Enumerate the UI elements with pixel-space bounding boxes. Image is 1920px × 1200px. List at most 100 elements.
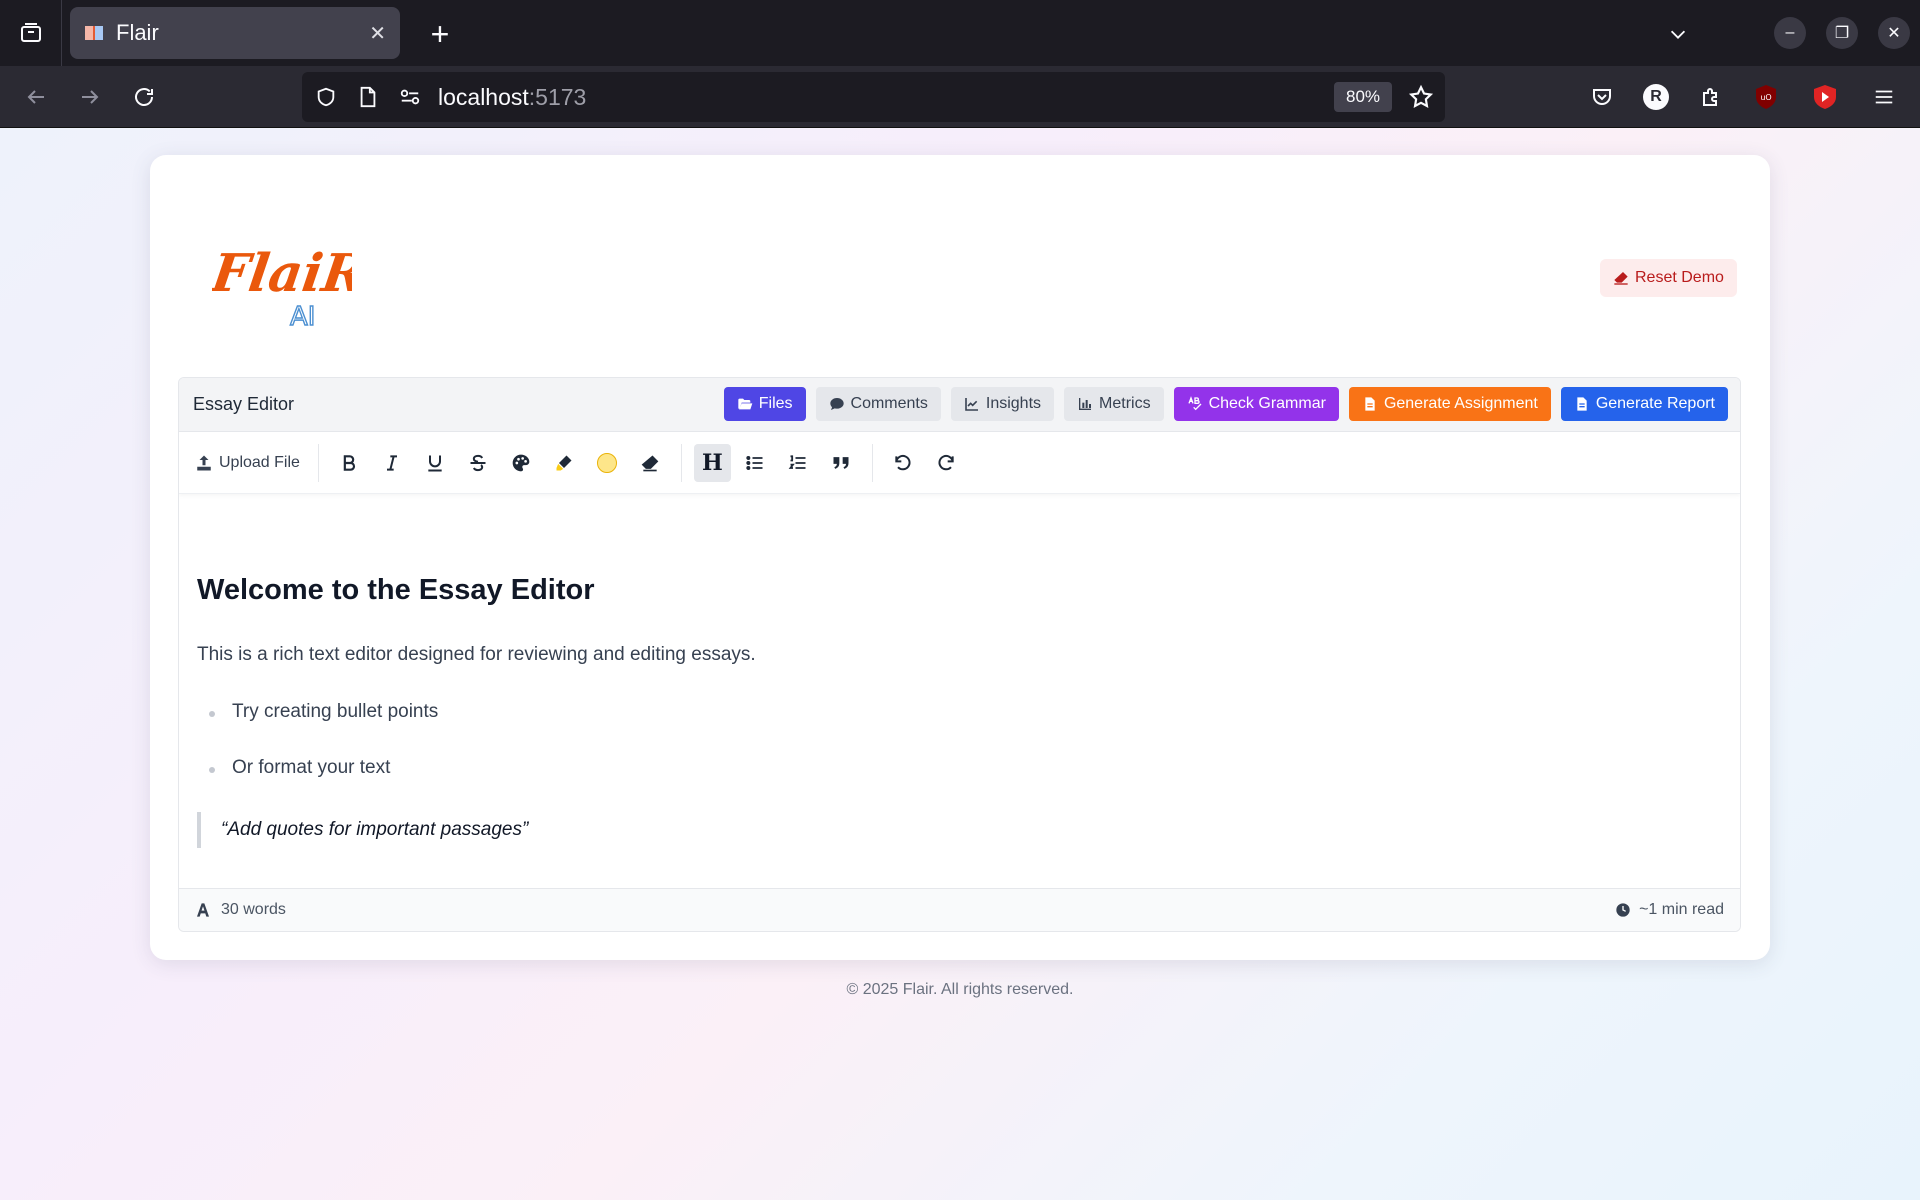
- flair-logo: FlaiR AI: [206, 233, 370, 333]
- document-blockquote: “Add quotes for important passages”: [197, 812, 528, 848]
- url-bar[interactable]: localhost:5173 80%: [302, 72, 1445, 122]
- blockquote-button[interactable]: [823, 444, 860, 482]
- close-tab-icon[interactable]: ✕: [369, 21, 386, 46]
- spell-check-icon: [1187, 396, 1202, 411]
- back-button[interactable]: [18, 79, 54, 115]
- list-all-tabs-chevron-icon[interactable]: [1660, 16, 1696, 52]
- check-grammar-button[interactable]: Check Grammar: [1173, 387, 1339, 421]
- highlighter-icon: [556, 455, 572, 470]
- underline-button[interactable]: [417, 444, 454, 482]
- ordered-list-icon: [789, 454, 806, 469]
- bar-chart-icon: [1079, 398, 1092, 410]
- files-button[interactable]: Files: [723, 387, 806, 421]
- url-host: localhost: [438, 84, 529, 110]
- permissions-icon[interactable]: [398, 85, 422, 109]
- formatting-toolbar: Upload File H: [179, 432, 1740, 494]
- ordered-list-button[interactable]: [780, 444, 817, 482]
- comments-button[interactable]: Comments: [815, 387, 941, 421]
- palette-icon: [513, 454, 530, 471]
- comments-label: Comments: [850, 395, 928, 412]
- word-count-label: 30 words: [221, 901, 286, 918]
- list-item: Try creating bullet points: [208, 701, 439, 722]
- zoom-level-indicator[interactable]: 80%: [1334, 82, 1392, 112]
- reset-demo-button[interactable]: Reset Demo: [1600, 259, 1737, 297]
- profile-avatar[interactable]: R: [1641, 82, 1671, 112]
- pocket-icon[interactable]: [1587, 82, 1617, 112]
- restore-window-icon[interactable]: ❐: [1826, 17, 1858, 49]
- forward-arrow-icon: [82, 90, 99, 104]
- logo-sub: AI: [290, 302, 315, 332]
- essay-editor: Essay Editor Files Comments Insights Met…: [178, 377, 1741, 932]
- browser-tab-active[interactable]: Flair ✕: [70, 7, 400, 59]
- generate-report-label: Generate Report: [1595, 395, 1715, 412]
- strikethrough-icon: [470, 454, 486, 471]
- strikethrough-button[interactable]: [460, 444, 497, 482]
- read-time: ~1 min read: [1615, 901, 1724, 919]
- font-icon: [197, 903, 209, 917]
- reload-icon: [135, 88, 153, 106]
- editor-content[interactable]: Welcome to the Essay Editor This is a ri…: [179, 494, 1740, 889]
- text-format-group: [319, 443, 682, 482]
- file-report-icon: [1577, 397, 1587, 411]
- close-window-icon[interactable]: ✕: [1878, 17, 1910, 49]
- tab-list-button[interactable]: [0, 0, 62, 66]
- metrics-label: Metrics: [1099, 395, 1151, 412]
- metrics-button[interactable]: Metrics: [1064, 387, 1164, 421]
- browser-tab-bar: Flair ✕ + – ❐ ✕: [0, 0, 1920, 66]
- bullet-list-icon: [746, 455, 763, 470]
- tab-list-icon: [20, 23, 41, 42]
- bold-button[interactable]: [331, 444, 368, 482]
- highlight-color-swatch[interactable]: [589, 444, 626, 482]
- block-format-group: H: [682, 443, 873, 482]
- editor-action-buttons: Files Comments Insights Metrics Check Gr…: [723, 387, 1728, 421]
- undo-button[interactable]: [885, 444, 922, 482]
- favicon-icon: [85, 26, 103, 40]
- back-arrow-icon: [27, 90, 44, 104]
- main-card: FlaiR AI Reset Demo Essay Editor Files C…: [150, 155, 1770, 960]
- read-time-label: ~1 min read: [1639, 901, 1724, 918]
- insights-button[interactable]: Insights: [950, 387, 1055, 421]
- generate-report-button[interactable]: Generate Report: [1560, 387, 1728, 421]
- logo-text: FlaiR: [212, 243, 352, 304]
- editor-title: Essay Editor: [193, 394, 295, 414]
- document-heading: Welcome to the Essay Editor: [197, 574, 595, 606]
- browser-nav-bar: localhost:5173 80% R uO: [0, 66, 1920, 128]
- highlight-button[interactable]: [546, 444, 583, 482]
- minimize-window-icon[interactable]: –: [1774, 17, 1806, 49]
- redo-button[interactable]: [928, 444, 965, 482]
- italic-icon: [387, 454, 398, 471]
- underline-icon: [428, 455, 443, 471]
- editor-status-bar: 30 words ~1 min read: [179, 888, 1740, 931]
- new-tab-button[interactable]: +: [420, 14, 460, 54]
- ublock-origin-icon[interactable]: uO: [1751, 82, 1781, 112]
- extensions-puzzle-icon[interactable]: [1696, 82, 1726, 112]
- svg-text:uO: uO: [1760, 93, 1771, 102]
- reload-button[interactable]: [126, 79, 162, 115]
- page-info-icon[interactable]: [356, 85, 380, 109]
- upload-file-button[interactable]: Upload File: [195, 443, 319, 482]
- document-paragraph: This is a rich text editor designed for …: [197, 644, 756, 665]
- generate-assignment-button[interactable]: Generate Assignment: [1348, 387, 1551, 421]
- url-text: localhost:5173: [438, 84, 586, 111]
- forward-button[interactable]: [72, 79, 108, 115]
- shield-icon[interactable]: [314, 85, 338, 109]
- bullet-list-button[interactable]: [737, 444, 774, 482]
- youtube-extension-icon[interactable]: [1810, 82, 1840, 112]
- copyright-footer: © 2025 Flair. All rights reserved.: [846, 981, 1074, 998]
- word-count: 30 words: [195, 901, 286, 919]
- history-group: [873, 444, 977, 482]
- line-chart-icon: [965, 398, 978, 411]
- heading-button[interactable]: H: [693, 443, 731, 482]
- files-label: Files: [758, 395, 793, 412]
- clear-format-button[interactable]: [632, 444, 669, 482]
- italic-button[interactable]: [374, 444, 411, 482]
- bookmark-star-icon[interactable]: [1408, 84, 1434, 115]
- page-viewport: FlaiR AI Reset Demo Essay Editor Files C…: [0, 128, 1920, 1200]
- tab-title: Flair: [116, 20, 159, 45]
- comment-icon: [829, 398, 844, 410]
- menu-hamburger-icon[interactable]: [1869, 82, 1899, 112]
- text-color-button[interactable]: [503, 444, 540, 482]
- list-item: Or format your text: [208, 757, 391, 778]
- undo-icon: [895, 454, 911, 470]
- upload-icon: [197, 455, 211, 470]
